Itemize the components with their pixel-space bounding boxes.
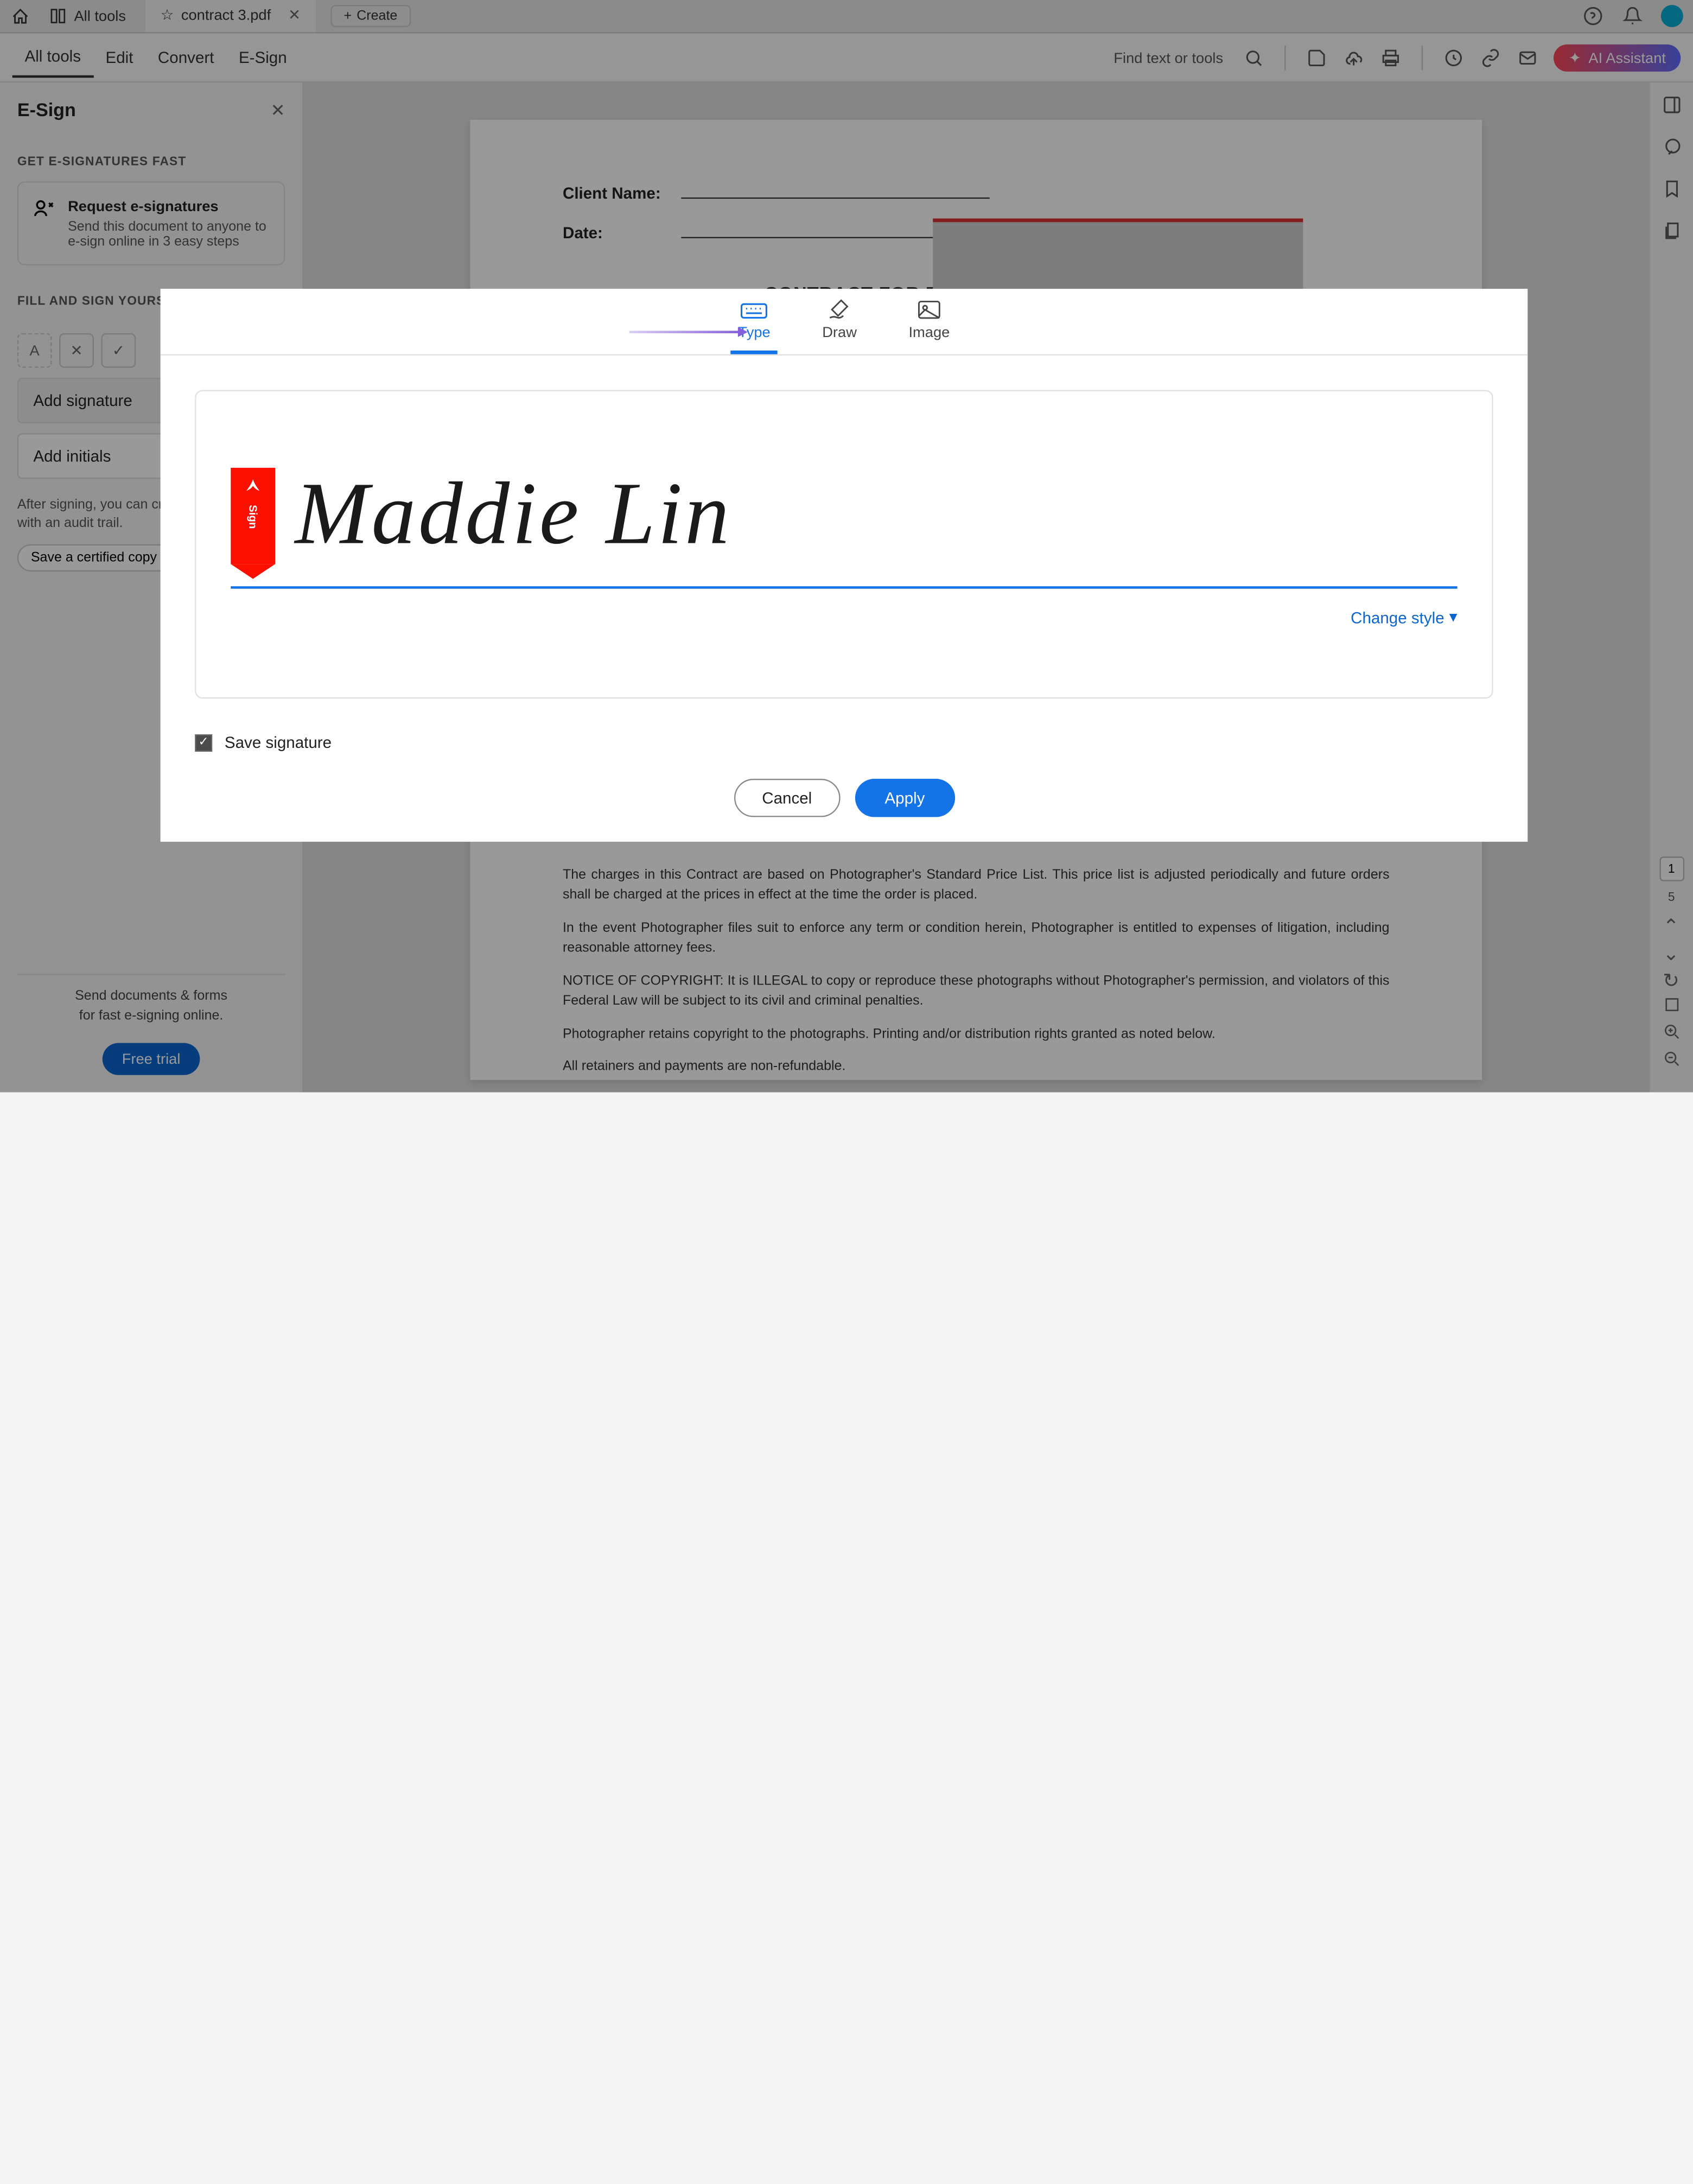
caret-down-icon: ▾	[1449, 607, 1457, 627]
apply-button[interactable]: Apply	[855, 779, 954, 817]
tab-draw[interactable]: Draw	[815, 289, 864, 354]
signature-box: Sign Maddie Lin Change style ▾	[195, 390, 1493, 699]
signature-modal: Type Draw Image Sign Maddie Lin Change s…	[161, 289, 1528, 842]
pen-icon	[827, 296, 851, 321]
tab-image-label: Image	[908, 323, 950, 341]
tab-type[interactable]: Type	[731, 291, 778, 354]
tab-draw-label: Draw	[822, 323, 857, 341]
keyboard-icon	[741, 299, 768, 321]
change-style-button[interactable]: Change style ▾	[1351, 607, 1457, 627]
hint-arrow	[629, 331, 741, 333]
change-style-label: Change style	[1351, 608, 1444, 626]
sign-marker-label: Sign	[247, 505, 259, 529]
modal-tabs: Type Draw Image	[161, 289, 1528, 355]
tab-image[interactable]: Image	[901, 291, 957, 354]
sign-marker: Sign	[231, 468, 275, 564]
save-label: Save signature	[225, 733, 332, 752]
image-icon	[917, 299, 941, 321]
signature-text[interactable]: Maddie Lin	[295, 463, 731, 566]
save-checkbox[interactable]: ✓	[195, 734, 212, 751]
acrobat-icon	[243, 478, 263, 497]
signature-line	[231, 586, 1457, 589]
cancel-button[interactable]: Cancel	[734, 779, 841, 817]
